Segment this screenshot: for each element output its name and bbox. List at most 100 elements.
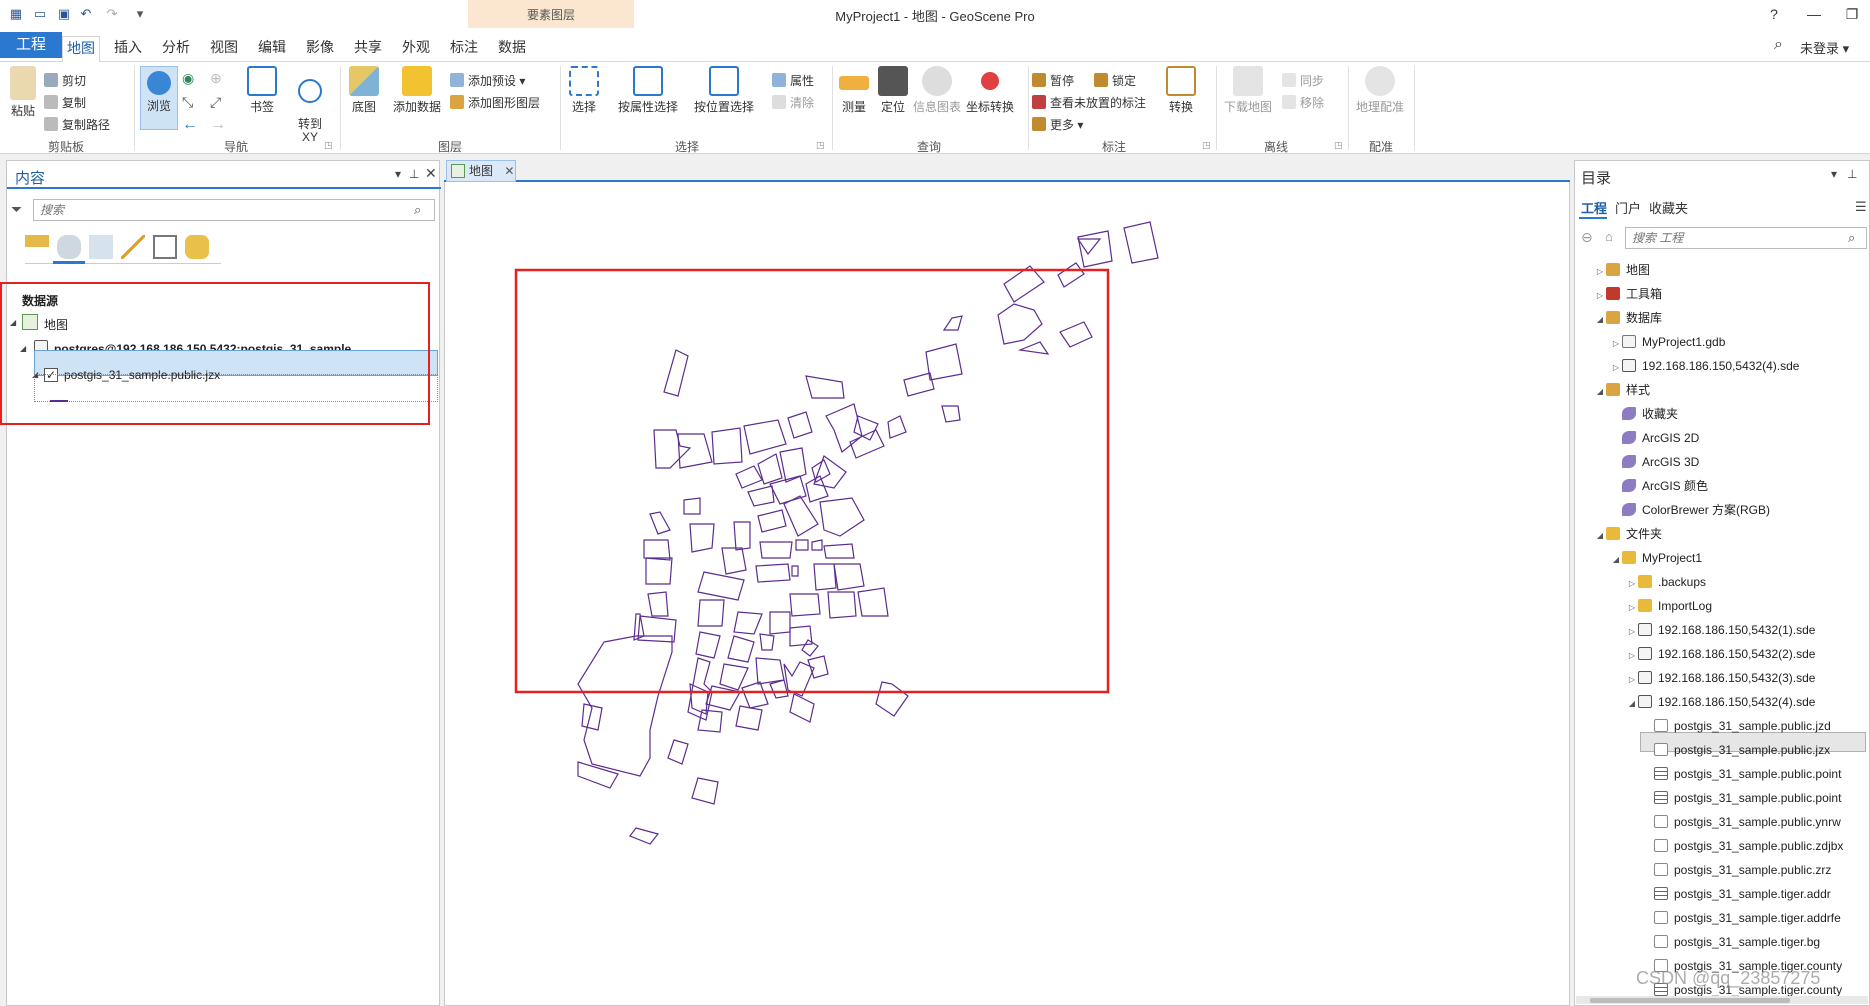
parcel-feature[interactable] — [1123, 221, 1159, 264]
parcel-feature[interactable] — [755, 657, 785, 685]
list-by-data-source-icon[interactable] — [57, 235, 81, 259]
parcel-feature[interactable] — [629, 827, 660, 845]
expand-twisty-icon[interactable]: ▷ — [1594, 262, 1606, 282]
tab-project[interactable]: 工程 — [0, 32, 62, 58]
select-button[interactable]: 选择 — [566, 66, 602, 115]
catalog-item[interactable]: postgis_31_sample.tiger.bg — [1642, 932, 1820, 952]
next-extent-icon[interactable]: → — [210, 116, 226, 134]
catalog-item[interactable]: postgis_31_sample.public.zdjbx — [1642, 836, 1843, 856]
parcel-feature[interactable] — [849, 429, 885, 459]
parcel-feature[interactable] — [733, 611, 763, 635]
parcel-feature[interactable] — [941, 405, 961, 423]
list-by-labeling-icon[interactable] — [185, 235, 209, 259]
parcel-feature[interactable] — [695, 631, 721, 659]
catalog-item[interactable]: ArcGIS 3D — [1610, 452, 1699, 472]
contents-search-input[interactable] — [34, 200, 394, 220]
parcel-feature[interactable] — [875, 681, 909, 717]
zoom-out-fixed-icon[interactable]: ⤢ — [210, 94, 221, 111]
parcel-feature[interactable] — [789, 625, 813, 647]
parcel-feature[interactable] — [769, 611, 791, 635]
new-project-icon[interactable]: ▦ — [8, 6, 24, 22]
fixed-zoom-icon[interactable]: ⊕ — [210, 70, 222, 87]
select-by-attributes-button[interactable]: 按属性选择 — [614, 66, 682, 115]
parcel-feature[interactable] — [697, 709, 723, 733]
command-search-icon[interactable]: ⌕ — [1774, 36, 1783, 54]
catalog-menu-icon[interactable]: ▾ — [1831, 167, 1837, 181]
catalog-home-icon[interactable]: ⌂ — [1605, 229, 1613, 244]
parcel-feature[interactable] — [805, 375, 845, 399]
minimize-button[interactable]: — — [1800, 3, 1828, 25]
catalog-item[interactable]: ArcGIS 颜色 — [1610, 476, 1708, 496]
catalog-item[interactable]: ▷ 工具箱 — [1594, 284, 1662, 304]
catalog-item[interactable]: ◢ 数据库 — [1594, 308, 1662, 328]
catalog-search-box[interactable]: ⌕ — [1625, 227, 1867, 249]
parcel-feature[interactable] — [747, 485, 775, 507]
open-project-icon[interactable]: ▭ — [32, 6, 48, 22]
measure-button[interactable]: 测量 — [836, 66, 872, 115]
catalog-options-icon[interactable]: ☰ — [1855, 199, 1867, 215]
catalog-item[interactable]: ▷ ImportLog — [1626, 596, 1712, 616]
parcel-feature[interactable] — [727, 635, 755, 663]
parcel-feature[interactable] — [677, 433, 713, 469]
parcel-feature[interactable] — [1057, 262, 1085, 288]
parcel-feature[interactable] — [759, 541, 793, 559]
catalog-item[interactable]: ▷ 192.168.186.150,5432(4).sde — [1610, 356, 1799, 376]
previous-extent-icon[interactable]: ← — [182, 116, 198, 134]
parcel-feature[interactable] — [645, 557, 673, 585]
parcel-feature[interactable] — [755, 563, 791, 583]
map-tab[interactable]: 地图 ✕ — [446, 160, 516, 182]
expand-twisty-icon[interactable]: ▷ — [1626, 622, 1638, 642]
catalog-tab-favorites[interactable]: 收藏夹 — [1649, 198, 1688, 217]
map-canvas[interactable] — [444, 184, 1568, 1004]
parcel-feature[interactable] — [813, 563, 837, 591]
parcel-feature[interactable] — [827, 591, 857, 619]
save-project-icon[interactable]: ▣ — [56, 6, 72, 22]
expand-twisty-icon[interactable]: ▷ — [1594, 286, 1606, 306]
navigate-launcher-icon[interactable]: ◳ — [324, 140, 333, 151]
tab-imagery[interactable]: 影像 — [302, 36, 338, 62]
parcel-feature[interactable] — [1003, 265, 1045, 303]
parcel-feature[interactable] — [925, 343, 963, 381]
select-by-location-button[interactable]: 按位置选择 — [690, 66, 758, 115]
view-unplaced-button[interactable]: 查看未放置的标注 — [1032, 94, 1146, 111]
expand-twisty-icon[interactable]: ▷ — [1626, 598, 1638, 618]
expand-twisty-icon[interactable]: ▷ — [1626, 574, 1638, 594]
parcel-feature[interactable] — [769, 679, 789, 699]
parcel-feature[interactable] — [942, 315, 963, 331]
parcel-feature[interactable] — [1017, 341, 1050, 355]
catalog-pin-icon[interactable]: ⊥ — [1847, 167, 1857, 181]
parcel-feature[interactable] — [811, 539, 823, 551]
parcel-feature[interactable] — [779, 447, 807, 483]
search-icon[interactable]: ⌕ — [1848, 230, 1855, 246]
parcel-feature[interactable] — [825, 403, 863, 453]
catalog-item[interactable]: postgis_31_sample.tiger.addrfe — [1642, 908, 1841, 928]
pause-labeling-button[interactable]: 暂停 — [1032, 72, 1074, 89]
parcel-feature[interactable] — [689, 523, 715, 553]
parcel-feature[interactable] — [667, 739, 689, 765]
explore-button[interactable]: 浏览 — [140, 66, 178, 130]
convert-coordinates-button[interactable]: 坐标转换 — [964, 66, 1016, 115]
parcel-feature[interactable] — [721, 547, 747, 575]
parcel-feature[interactable] — [743, 419, 787, 455]
expand-twisty-icon[interactable]: ▷ — [1610, 334, 1622, 354]
parcel-feature[interactable] — [833, 563, 865, 591]
add-data-button[interactable]: 添加数据 — [388, 66, 446, 115]
expand-twisty-icon[interactable]: ◢ — [1610, 550, 1622, 570]
parcel-feature[interactable] — [1077, 230, 1113, 268]
add-preset-button[interactable]: 添加预设 ▾ — [450, 72, 525, 89]
parcel-feature[interactable] — [711, 427, 743, 465]
catalog-item[interactable]: postgis_31_sample.public.jzx — [1642, 740, 1830, 760]
filter-icon[interactable]: ⏷ — [11, 201, 22, 218]
parcel-feature[interactable] — [697, 571, 745, 601]
tab-appearance[interactable]: 外观 — [398, 36, 434, 62]
catalog-search-input[interactable] — [1626, 228, 1836, 248]
parcel-feature[interactable] — [787, 411, 813, 439]
parcel-feature[interactable] — [1059, 321, 1093, 348]
bookmarks-button[interactable]: 书签 — [244, 66, 280, 115]
selection-launcher-icon[interactable]: ◳ — [816, 140, 825, 151]
parcel-feature[interactable] — [887, 415, 907, 439]
lock-labeling-button[interactable]: 锁定 — [1094, 72, 1136, 89]
pane-close-icon[interactable]: ✕ — [425, 165, 437, 182]
catalog-item[interactable]: ▷ 192.168.186.150,5432(2).sde — [1626, 644, 1815, 664]
parcel-feature[interactable] — [819, 497, 865, 537]
